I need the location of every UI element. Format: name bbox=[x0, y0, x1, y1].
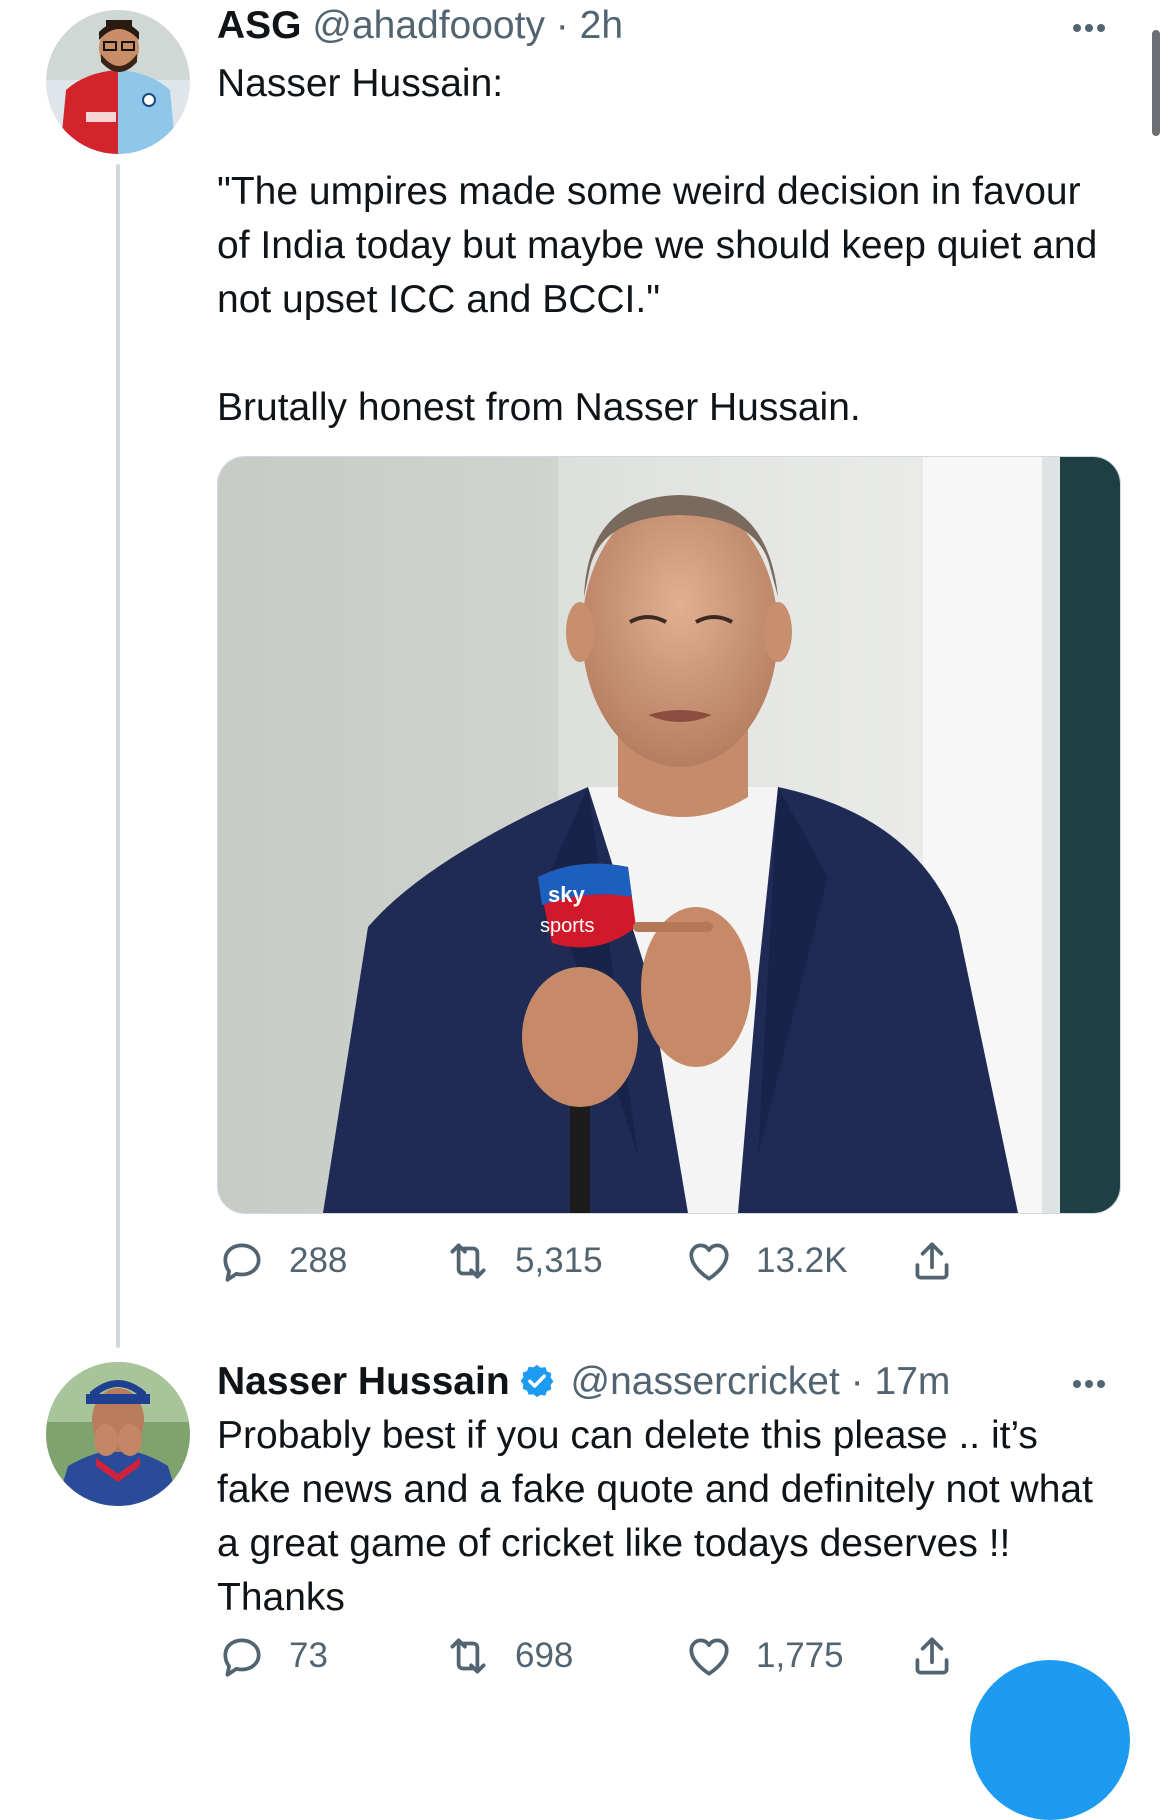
tweet-actions-bar: 288 5,315 13.2K bbox=[217, 1231, 1117, 1291]
tweet-actions-bar: 73 698 1,775 bbox=[217, 1626, 1117, 1686]
avatar-asg[interactable] bbox=[46, 10, 190, 154]
more-icon[interactable] bbox=[1065, 4, 1113, 52]
meta-separator: · bbox=[850, 1360, 864, 1403]
retweet-button[interactable]: 698 bbox=[443, 1626, 573, 1686]
retweet-count: 5,315 bbox=[515, 1241, 603, 1280]
tweet-text: Nasser Hussain: "The umpires made some w… bbox=[217, 57, 1117, 435]
avatar-asg-image bbox=[46, 10, 190, 154]
tweet-text-quote: "The umpires made some weird decision in… bbox=[217, 170, 1098, 321]
tweet-text-line: Nasser Hussain: bbox=[217, 62, 504, 105]
avatar-nasser-hussain[interactable] bbox=[46, 1362, 190, 1506]
tweet-text-blank-line bbox=[217, 111, 1117, 165]
reply-count: 73 bbox=[289, 1636, 328, 1675]
like-count: 1,775 bbox=[756, 1636, 844, 1675]
avatar-nasser-image bbox=[46, 1362, 190, 1506]
retweet-icon bbox=[450, 1638, 486, 1674]
mic-flag-text: sky bbox=[548, 882, 585, 907]
tweet-timestamp[interactable]: 2h bbox=[580, 4, 623, 47]
tweet-text: Probably best if you can delete this ple… bbox=[217, 1414, 1093, 1619]
more-icon[interactable] bbox=[1065, 1360, 1113, 1408]
retweet-icon bbox=[450, 1243, 486, 1279]
tweet-asg[interactable]: ASG @ahadfoooty · 2h Nasser Hussain: "Th… bbox=[217, 0, 1117, 435]
like-count: 13.2K bbox=[756, 1241, 848, 1280]
heart-icon bbox=[689, 1638, 729, 1676]
thread-connector-line bbox=[116, 164, 120, 1348]
reply-icon bbox=[223, 1243, 261, 1282]
svg-text:sports: sports bbox=[540, 915, 594, 937]
heart-icon bbox=[689, 1243, 729, 1281]
reply-button[interactable]: 73 bbox=[217, 1626, 328, 1686]
share-button[interactable] bbox=[907, 1231, 979, 1291]
reply-icon bbox=[223, 1638, 261, 1677]
author-handle[interactable]: @nassercricket bbox=[571, 1360, 840, 1403]
retweet-count: 698 bbox=[515, 1636, 574, 1675]
tweet-text-line: Brutally honest from Nasser Hussain. bbox=[217, 386, 861, 429]
reply-button[interactable]: 288 bbox=[217, 1231, 347, 1291]
tweet-text-blank-line bbox=[217, 327, 1117, 381]
share-button[interactable] bbox=[907, 1626, 979, 1686]
retweet-button[interactable]: 5,315 bbox=[443, 1231, 603, 1291]
tweet-nasser-hussain[interactable]: Nasser Hussain @nassercricket · 17m Prob… bbox=[217, 1356, 1117, 1625]
author-name[interactable]: Nasser Hussain bbox=[217, 1360, 510, 1403]
like-button[interactable]: 1,775 bbox=[684, 1626, 844, 1686]
tweet-media-image[interactable]: sky sports bbox=[217, 456, 1121, 1214]
tweet-header: ASG @ahadfoooty · 2h bbox=[217, 0, 1117, 52]
author-handle[interactable]: @ahadfoooty bbox=[312, 4, 545, 47]
share-icon bbox=[915, 1637, 949, 1675]
media-photo: sky sports bbox=[218, 457, 1120, 1213]
meta-separator: · bbox=[555, 4, 569, 47]
share-icon bbox=[915, 1242, 949, 1280]
tweet-timestamp[interactable]: 17m bbox=[875, 1360, 951, 1403]
tweet-header: Nasser Hussain @nassercricket · 17m bbox=[217, 1356, 1117, 1408]
like-button[interactable]: 13.2K bbox=[684, 1231, 847, 1291]
verified-badge-icon bbox=[520, 1364, 554, 1398]
reply-count: 288 bbox=[289, 1241, 348, 1280]
author-name[interactable]: ASG bbox=[217, 4, 302, 47]
scrollbar[interactable] bbox=[1152, 30, 1160, 136]
compose-tweet-button[interactable] bbox=[970, 1660, 1130, 1820]
